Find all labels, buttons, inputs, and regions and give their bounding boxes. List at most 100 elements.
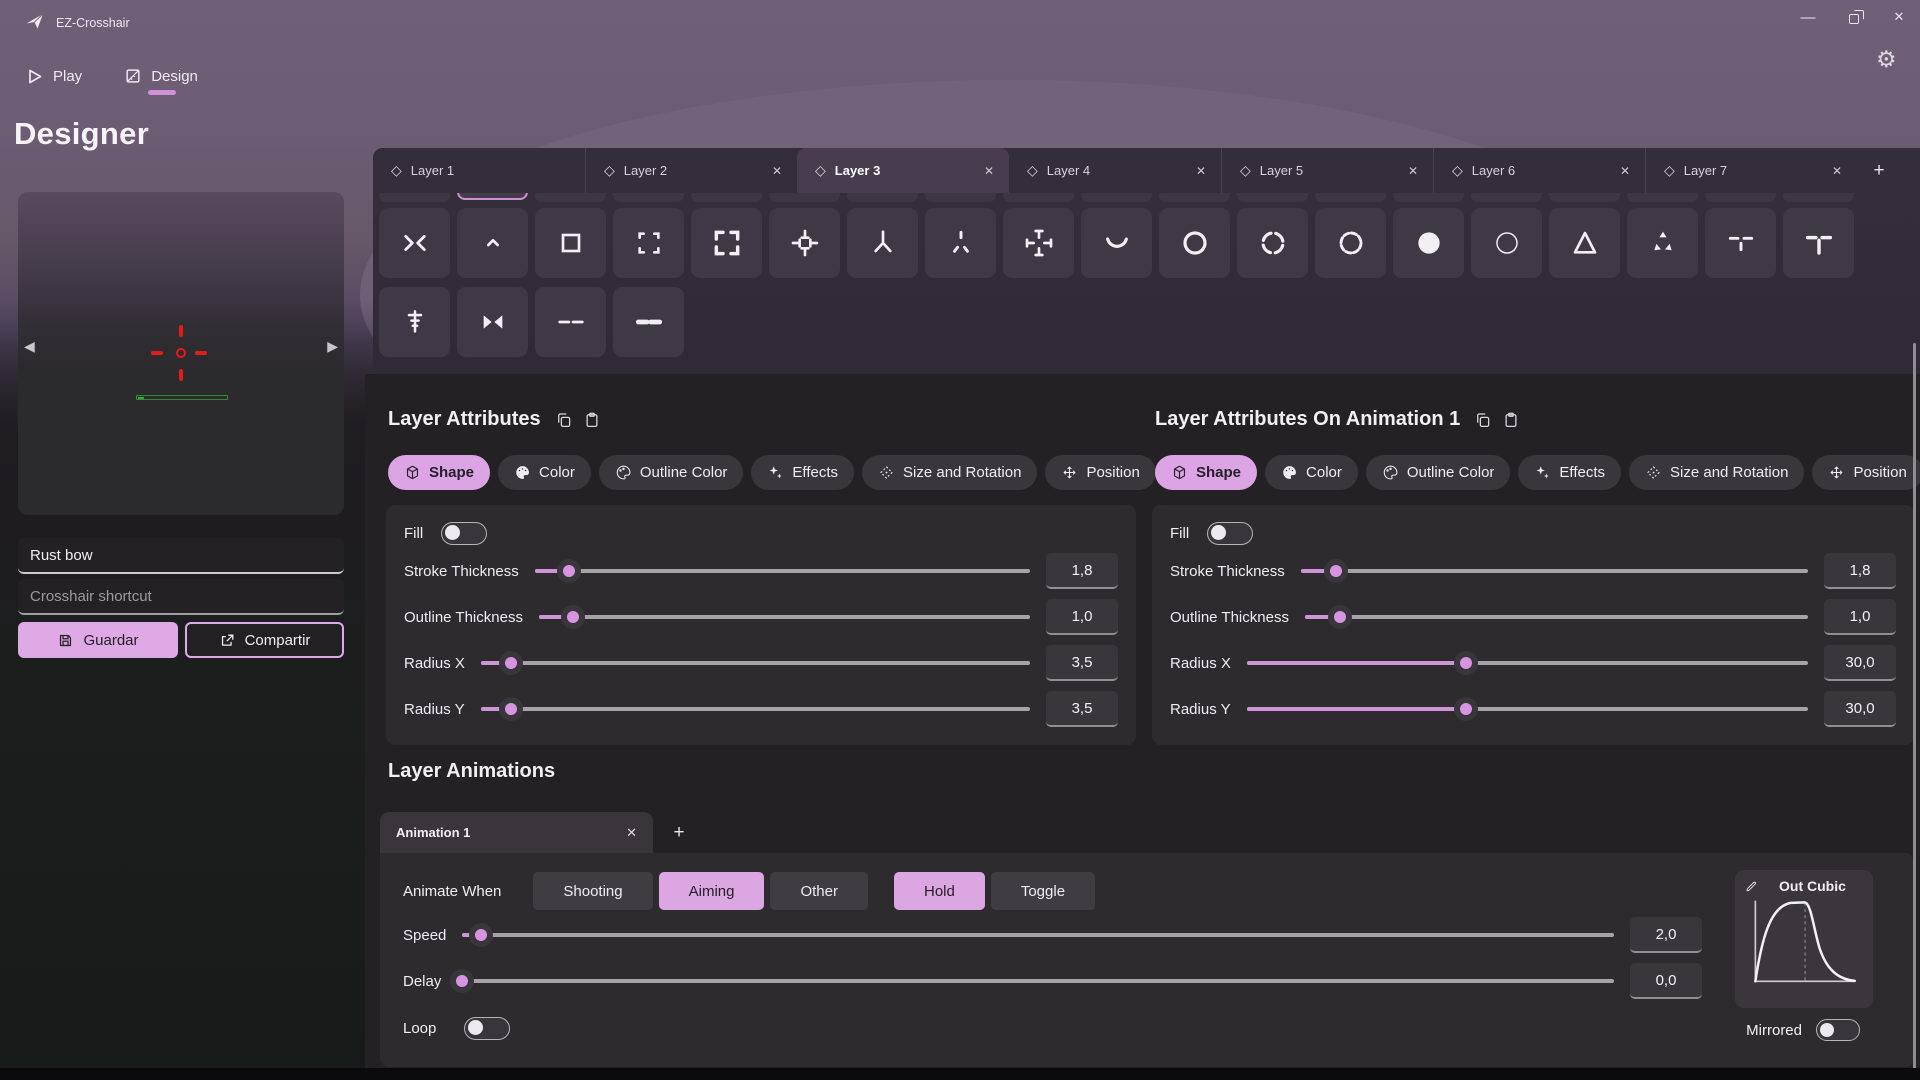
- tab-shape-anim[interactable]: Shape: [1155, 455, 1257, 490]
- tab-color-anim[interactable]: Color: [1265, 455, 1358, 490]
- share-button[interactable]: Compartir: [185, 622, 344, 658]
- easing-card[interactable]: Out Cubic: [1735, 870, 1873, 1008]
- close-tab-icon[interactable]: ✕: [1832, 164, 1842, 178]
- copy-icon[interactable]: [1474, 411, 1492, 429]
- minimize-button[interactable]: —: [1793, 6, 1823, 28]
- radius-y-slider[interactable]: [481, 697, 1030, 721]
- shape-tri-dashes[interactable]: [925, 208, 996, 278]
- shape-circle-arcs[interactable]: [1237, 208, 1308, 278]
- radius-y-anim-value[interactable]: 30,0: [1824, 691, 1896, 727]
- tab-outline-color-anim[interactable]: Outline Color: [1366, 455, 1511, 490]
- shape-circle-dashed[interactable]: [1315, 208, 1386, 278]
- shape-t-cross-inward[interactable]: [769, 208, 840, 278]
- crosshair-shortcut-input[interactable]: [18, 579, 344, 615]
- outline-thickness-anim-value[interactable]: 1,0: [1824, 599, 1896, 635]
- speed-slider[interactable]: [462, 923, 1614, 947]
- preview-next-button[interactable]: ▶: [327, 338, 338, 355]
- shape-dashes-thick[interactable]: [613, 287, 684, 357]
- shape-circle-thin[interactable]: [1471, 208, 1542, 278]
- radius-x-slider[interactable]: [481, 651, 1030, 675]
- close-animation-icon[interactable]: ✕: [626, 825, 637, 841]
- tab-size-rotation[interactable]: Size and Rotation: [862, 455, 1037, 490]
- loop-toggle[interactable]: [464, 1017, 510, 1040]
- tab-layer-7[interactable]: ◇ Layer 7 ✕: [1645, 148, 1857, 193]
- nav-play[interactable]: Play: [25, 67, 82, 86]
- trigger-other-button[interactable]: Other: [770, 872, 868, 910]
- shape-arrows-inward[interactable]: [379, 208, 450, 278]
- mode-hold-button[interactable]: Hold: [894, 872, 985, 910]
- shape-t-cross-outward[interactable]: [1003, 208, 1074, 278]
- radius-y-value[interactable]: 3,5: [1046, 691, 1118, 727]
- shape-circle-filled[interactable]: [1393, 208, 1464, 278]
- shape-dashes-thin[interactable]: [535, 287, 606, 357]
- mirrored-toggle[interactable]: [1816, 1019, 1860, 1041]
- restore-button[interactable]: [1839, 6, 1869, 28]
- close-tab-icon[interactable]: ✕: [984, 164, 994, 178]
- shape-triangle[interactable]: [1549, 208, 1620, 278]
- copy-icon[interactable]: [555, 411, 573, 429]
- close-window-button[interactable]: ✕: [1884, 6, 1914, 28]
- radius-x-value[interactable]: 3,5: [1046, 645, 1118, 681]
- shape-arrows-horizontal[interactable]: [457, 287, 528, 357]
- speed-value[interactable]: 2,0: [1630, 917, 1702, 953]
- nav-design[interactable]: Design: [124, 67, 198, 85]
- shape-tri-arrows[interactable]: [1627, 208, 1698, 278]
- outline-thickness-value[interactable]: 1,0: [1046, 599, 1118, 635]
- tab-size-rotation-anim[interactable]: Size and Rotation: [1629, 455, 1804, 490]
- close-tab-icon[interactable]: ✕: [1408, 164, 1418, 178]
- tab-color[interactable]: Color: [498, 455, 591, 490]
- fill-toggle-anim[interactable]: [1207, 522, 1253, 545]
- tab-layer-2[interactable]: ◇ Layer 2 ✕: [585, 148, 797, 193]
- tab-position-anim[interactable]: Position: [1812, 455, 1920, 490]
- shape-sight-scale[interactable]: [379, 287, 450, 357]
- add-animation-button[interactable]: +: [653, 822, 705, 844]
- radius-y-anim-slider[interactable]: [1247, 697, 1808, 721]
- radius-x-anim-value[interactable]: 30,0: [1824, 645, 1896, 681]
- tab-layer-6[interactable]: ◇ Layer 6 ✕: [1433, 148, 1645, 193]
- add-layer-button[interactable]: +: [1857, 148, 1901, 193]
- close-tab-icon[interactable]: ✕: [1196, 164, 1206, 178]
- shape-corners-large[interactable]: [691, 208, 762, 278]
- fill-toggle[interactable]: [441, 522, 487, 545]
- trigger-shooting-button[interactable]: Shooting: [533, 872, 652, 910]
- close-tab-icon[interactable]: ✕: [772, 164, 782, 178]
- outline-thickness-slider[interactable]: [539, 605, 1030, 629]
- shape-corners-small[interactable]: [613, 208, 684, 278]
- tab-position[interactable]: Position: [1045, 455, 1155, 490]
- preview-prev-button[interactable]: ◀: [24, 338, 35, 355]
- stroke-thickness-anim-value[interactable]: 1,8: [1824, 553, 1896, 589]
- outline-thickness-anim-slider[interactable]: [1305, 605, 1808, 629]
- tab-shape[interactable]: Shape: [388, 455, 490, 490]
- shape-circle[interactable]: [1159, 208, 1230, 278]
- stroke-thickness-slider[interactable]: [535, 559, 1030, 583]
- pencil-icon[interactable]: [1745, 879, 1759, 893]
- shape-square[interactable]: [535, 208, 606, 278]
- shape-t-dash-long[interactable]: [1783, 208, 1854, 278]
- shape-arc-bottom[interactable]: [1081, 208, 1152, 278]
- radius-x-anim-slider[interactable]: [1247, 651, 1808, 675]
- tab-animation-1[interactable]: Animation 1 ✕: [380, 812, 653, 853]
- tab-effects[interactable]: Effects: [751, 455, 854, 490]
- stroke-thickness-value[interactable]: 1,8: [1046, 553, 1118, 589]
- tab-effects-anim[interactable]: Effects: [1518, 455, 1621, 490]
- stroke-thickness-anim-slider[interactable]: [1301, 559, 1808, 583]
- trigger-aiming-button[interactable]: Aiming: [659, 872, 765, 910]
- shape-chevron-up[interactable]: [457, 208, 528, 278]
- tab-outline-color[interactable]: Outline Color: [599, 455, 744, 490]
- shape-t-dash-short[interactable]: [1705, 208, 1776, 278]
- tab-layer-5[interactable]: ◇ Layer 5 ✕: [1221, 148, 1433, 193]
- delay-value[interactable]: 0,0: [1630, 963, 1702, 999]
- tab-layer-1[interactable]: ◇ Layer 1: [373, 148, 585, 193]
- delay-slider[interactable]: [457, 969, 1614, 993]
- crosshair-name-input[interactable]: [18, 538, 344, 574]
- tab-layer-3[interactable]: ◇ Layer 3 ✕: [797, 148, 1009, 193]
- save-button[interactable]: Guardar: [18, 622, 178, 658]
- vertical-scrollbar[interactable]: [1913, 343, 1916, 1076]
- settings-gear-icon[interactable]: ⚙: [1876, 46, 1897, 73]
- paste-icon[interactable]: [1502, 411, 1520, 429]
- paste-icon[interactable]: [583, 411, 601, 429]
- mode-toggle-button[interactable]: Toggle: [991, 872, 1095, 910]
- close-tab-icon[interactable]: ✕: [1620, 164, 1630, 178]
- tab-layer-4[interactable]: ◇ Layer 4 ✕: [1009, 148, 1221, 193]
- shape-tri-lines[interactable]: [847, 208, 918, 278]
